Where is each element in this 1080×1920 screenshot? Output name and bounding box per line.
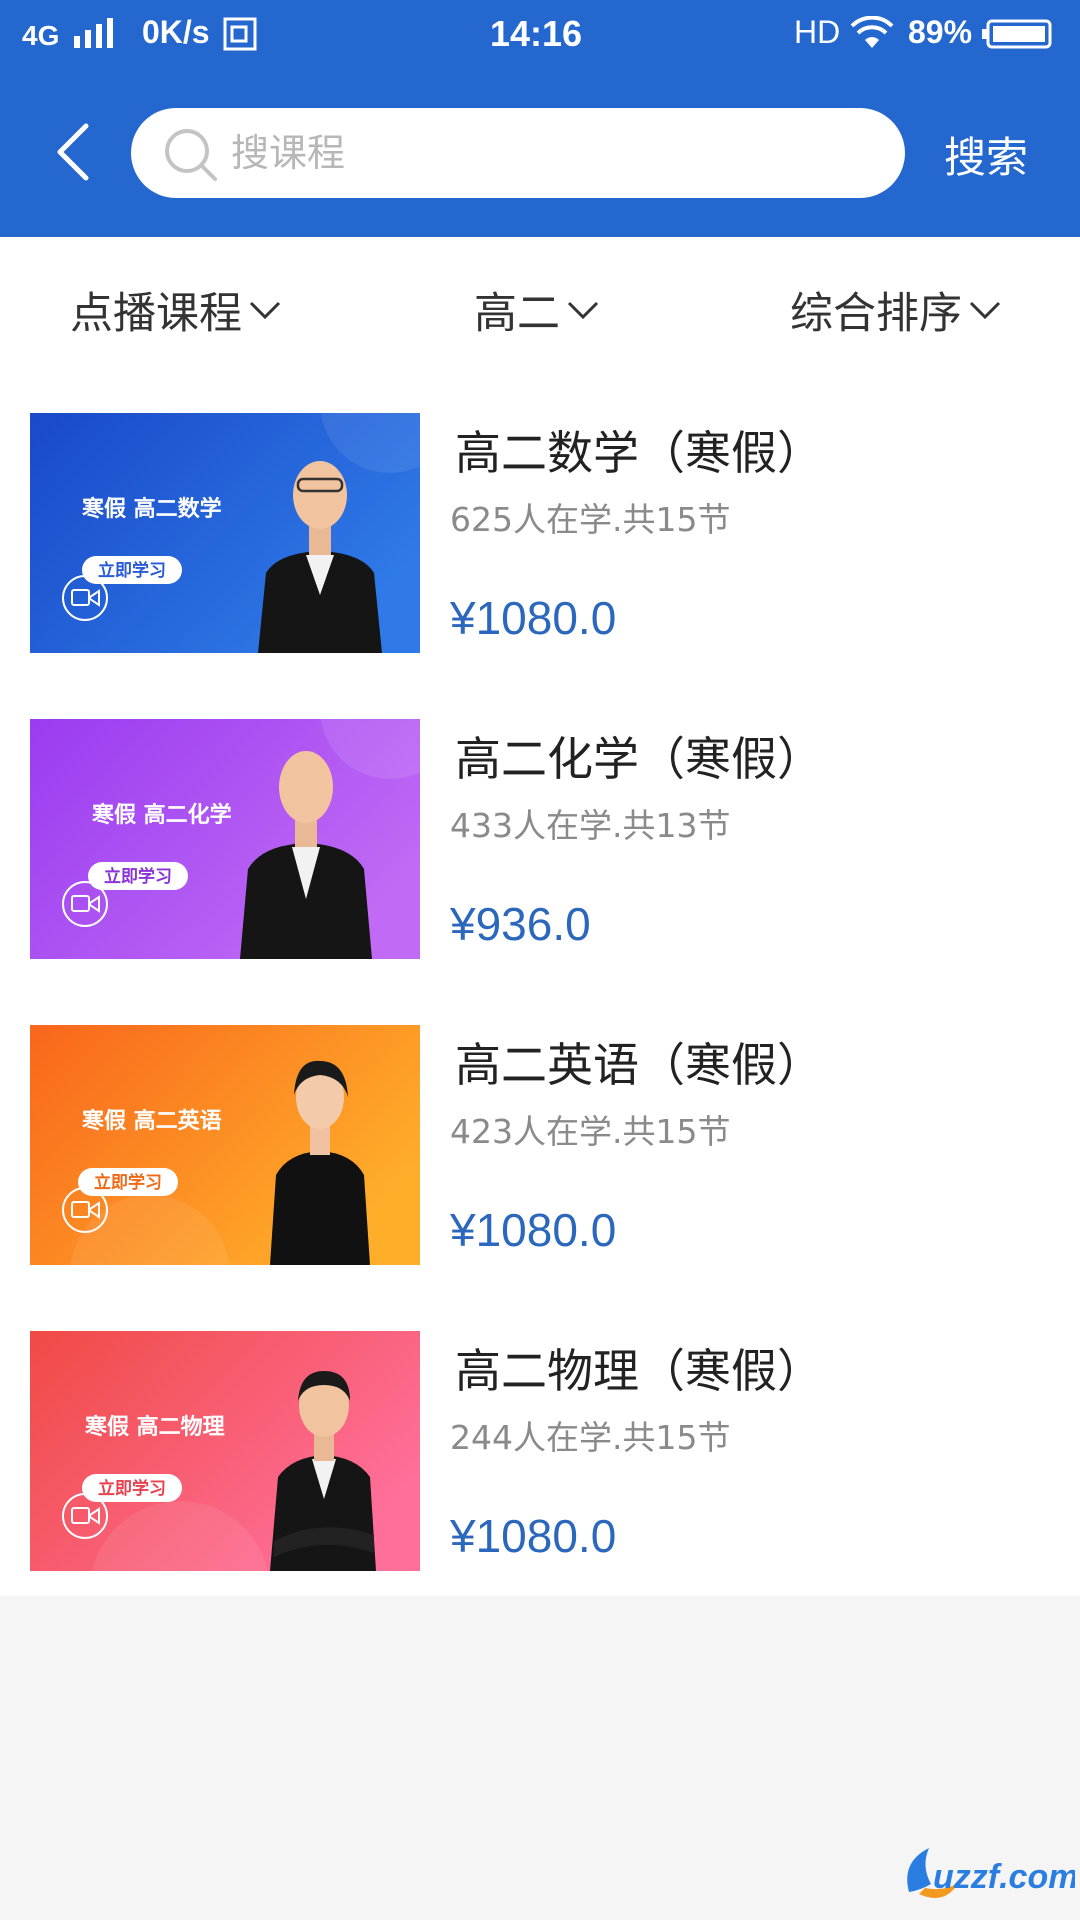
search-input[interactable]: [231, 122, 871, 184]
thumbnail-caption: 寒假 高二化学: [92, 802, 232, 828]
thumbnail-button-text: 立即学习: [98, 1478, 166, 1499]
filter-grade[interactable]: 高二: [474, 279, 600, 341]
status-bar: 4G 0K/s 14:16 HD 89%: [0, 0, 1080, 70]
thumbnail-caption: 寒假 高二英语: [82, 1108, 222, 1134]
thumbnail-caption: 寒假 高二数学: [82, 496, 222, 522]
course-price: ¥1080.0: [450, 1204, 617, 1256]
chevron-down-icon: [969, 301, 1001, 320]
course-meta: 423人在学.共15节: [450, 1112, 731, 1151]
thumbnail-button-text: 立即学习: [94, 1172, 162, 1193]
course-price: ¥1080.0: [450, 1510, 617, 1562]
course-thumbnail: 寒假 高二物理 立即学习: [30, 1331, 420, 1571]
course-item[interactable]: 寒假 高二化学 立即学习 高二化学（寒假） 433人在学.共13节 ¥936.0: [0, 679, 1080, 985]
hd-label: HD: [794, 14, 841, 50]
course-meta: 244人在学.共15节: [450, 1418, 731, 1457]
back-button[interactable]: [44, 120, 100, 184]
filter-course-type[interactable]: 点播课程: [70, 279, 282, 341]
chevron-left-icon: [57, 123, 89, 181]
watermark-text: uzzf.com: [933, 1858, 1075, 1896]
site-watermark-logo: uzzf.com: [907, 1848, 1075, 1898]
thumbnail-button-text: 立即学习: [104, 866, 172, 887]
clock: 14:16: [490, 13, 583, 54]
thumbnail-button-text: 立即学习: [98, 560, 166, 581]
network-speed: 0K/s: [142, 14, 210, 50]
sim-icon: [223, 17, 257, 51]
filter-label: 高二: [474, 289, 560, 339]
filter-bar: 点播课程 高二 综合排序: [0, 237, 1080, 373]
filter-label: 综合排序: [790, 289, 962, 339]
course-meta: 433人在学.共13节: [450, 806, 731, 845]
course-thumbnail: 寒假 高二化学 立即学习: [30, 719, 420, 959]
filter-sort[interactable]: 综合排序: [790, 279, 1002, 341]
wifi-icon: [850, 16, 894, 48]
course-price: ¥936.0: [450, 898, 591, 950]
signal-icon: [74, 18, 113, 48]
course-title: 高二数学（寒假）: [455, 426, 823, 480]
course-thumbnail: 寒假 高二英语 立即学习: [30, 1025, 420, 1265]
battery-percent: 89%: [908, 14, 973, 50]
course-item[interactable]: 寒假 高二英语 立即学习 高二英语（寒假） 423人在学.共15节 ¥1080.…: [0, 985, 1080, 1291]
app-header: 4G 0K/s 14:16 HD 89% 搜课程 搜索: [0, 0, 1080, 237]
chevron-down-icon: [249, 301, 281, 320]
course-item[interactable]: 寒假 高二数学 立即学习 高二数学（寒假） 625人在学.共15节 ¥1080.…: [0, 373, 1080, 679]
course-title: 高二物理（寒假）: [455, 1344, 823, 1398]
course-list: 寒假 高二数学 立即学习 高二数学（寒假） 625人在学.共15节 ¥1080.…: [0, 373, 1080, 1596]
battery-icon: [982, 19, 1052, 49]
search-icon: [165, 129, 217, 181]
course-title: 高二化学（寒假）: [455, 732, 823, 786]
course-title: 高二英语（寒假）: [455, 1038, 823, 1092]
chevron-down-icon: [567, 301, 599, 320]
search-button[interactable]: 搜索: [944, 124, 1028, 185]
search-box[interactable]: [131, 108, 905, 198]
course-meta: 625人在学.共15节: [450, 500, 731, 539]
filter-label: 点播课程: [70, 289, 242, 339]
course-item[interactable]: 寒假 高二物理 立即学习 高二物理（寒假） 244人在学.共15节 ¥1080.…: [0, 1291, 1080, 1597]
thumbnail-caption: 寒假 高二物理: [85, 1414, 225, 1440]
course-price: ¥1080.0: [450, 592, 617, 644]
network-type: 4G: [22, 20, 60, 51]
course-thumbnail: 寒假 高二数学 立即学习: [30, 413, 420, 653]
